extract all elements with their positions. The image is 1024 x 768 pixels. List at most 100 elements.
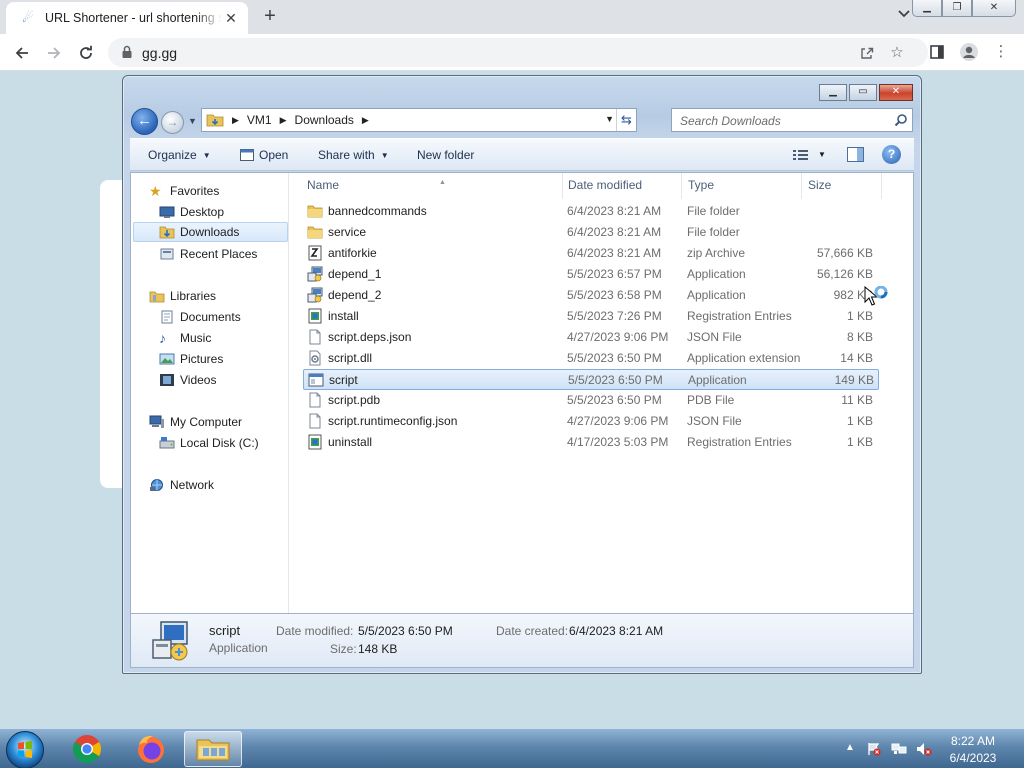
start-button[interactable] [6, 731, 44, 768]
share-icon[interactable] [858, 44, 876, 62]
file-size: 149 KB [834, 373, 874, 387]
preview-pane-icon[interactable] [847, 147, 864, 162]
breadcrumb-vm1[interactable]: VM1 [247, 113, 272, 127]
column-header-date-modified[interactable]: Date modified [562, 173, 682, 199]
file-row-script-runtimeconfig-json[interactable]: script.runtimeconfig.json 4/27/2023 9:06 … [303, 411, 879, 432]
vm-restore-button[interactable]: ❐ [942, 0, 972, 17]
recent-pages-dropdown-icon[interactable]: ▼ [188, 116, 197, 126]
nav-music[interactable]: ♪ Music [159, 328, 211, 348]
volume-muted-icon[interactable] [916, 742, 932, 756]
nav-music-label: Music [180, 331, 212, 345]
file-row-script-dll[interactable]: script.dll 5/5/2023 6:50 PM Application ex… [303, 348, 879, 369]
reload-icon [80, 45, 92, 59]
search-icon[interactable] [894, 113, 908, 127]
vm-minimize-button[interactable]: ▁ [912, 0, 942, 17]
details-date-modified-label: Date modified: [276, 624, 354, 638]
nav-desktop[interactable]: Desktop [159, 202, 224, 222]
nav-my-computer[interactable]: My Computer [149, 412, 242, 432]
file-name: script.dll [328, 351, 373, 365]
url-text: gg.gg [142, 45, 178, 61]
reload-button[interactable] [73, 40, 99, 66]
nav-recent-places[interactable]: Recent Places [159, 244, 257, 264]
clock-time[interactable]: 8:22 AM [944, 734, 1002, 748]
file-row-script-deps-json[interactable]: script.deps.json 4/27/2023 9:06 PM JSON Fi… [303, 327, 879, 348]
tab-close-icon[interactable]: ✕ [222, 9, 240, 27]
nav-local-disk[interactable]: Local Disk (C:) [159, 433, 259, 453]
chevron-down-icon: ▼ [202, 150, 211, 160]
column-header-type[interactable]: Type [682, 173, 802, 199]
column-header-name[interactable]: Name ▲ [301, 173, 563, 199]
help-icon[interactable]: ? [882, 145, 901, 164]
explorer-caption-buttons: ▁ ▭ ✕ [819, 84, 913, 101]
explorer-forward-icon[interactable]: → [161, 111, 184, 134]
explorer-maximize-button[interactable]: ▭ [849, 84, 877, 101]
new-folder-label: New folder [417, 148, 475, 162]
file-row-script-pdb[interactable]: script.pdb 5/5/2023 6:50 PM PDB File 11 KB [303, 390, 879, 411]
back-button[interactable] [9, 40, 35, 66]
nav-network[interactable]: Network [149, 475, 214, 495]
file-row-install[interactable]: install 5/5/2023 7:26 PM Registration Entr… [303, 306, 879, 327]
view-options-dropdown-icon[interactable]: ▼ [818, 150, 826, 159]
explorer-back-icon[interactable]: ← [131, 108, 158, 135]
file-name: script.pdb [328, 393, 381, 407]
nav-documents[interactable]: Documents [159, 307, 241, 327]
file-date-modified: 5/5/2023 7:26 PM [567, 309, 662, 323]
more-menu-icon[interactable]: ⋮ [990, 41, 1012, 63]
file-row-uninstall[interactable]: uninstall 4/17/2023 5:03 PM Registration E… [303, 432, 879, 453]
breadcrumb-separator-icon[interactable]: ▶ [362, 115, 369, 126]
file-row-bannedcommands[interactable]: bannedcommands 6/4/2023 8:21 AM File folde… [303, 201, 879, 222]
file-row-script[interactable]: script 5/5/2023 6:50 PM Application 149 KB [303, 369, 879, 390]
nav-downloads[interactable]: Downloads [133, 222, 288, 242]
explorer-nav-buttons: ← → ▼ [131, 106, 199, 136]
explorer-minimize-button[interactable]: ▁ [819, 84, 847, 101]
nav-libraries[interactable]: Libraries [149, 286, 216, 306]
organize-button[interactable]: Organize ▼ [148, 148, 211, 162]
file-row-antiforkie[interactable]: antiforkie 6/4/2023 8:21 AM zip Archive 57,… [303, 243, 879, 264]
profile-avatar-icon[interactable] [958, 41, 980, 63]
file-date-modified: 5/5/2023 6:50 PM [567, 351, 662, 365]
file-size: 11 KB [841, 393, 873, 407]
file-row-depend-1[interactable]: depend_1 5/5/2023 6:57 PM Application 56,12… [303, 264, 879, 285]
details-size-label: Size: [330, 642, 357, 656]
column-header-size[interactable]: Size [802, 173, 882, 199]
nav-pictures[interactable]: Pictures [159, 349, 223, 369]
column-size-label: Size [808, 178, 832, 192]
taskbar-chrome[interactable] [58, 731, 116, 767]
file-list-pane: Name ▲ Date modified Type Size bannedcom… [289, 173, 913, 613]
command-bar: Organize ▼ Open Share with ▼ New folder ▼ … [130, 138, 914, 171]
side-panel-icon[interactable] [926, 41, 948, 63]
network-status-icon[interactable] [891, 742, 907, 756]
vm-close-button[interactable]: ✕ [972, 0, 1016, 17]
document-icon [309, 392, 321, 408]
nav-favorites[interactable]: ★ Favorites [149, 181, 219, 201]
file-date-modified: 6/4/2023 8:21 AM [567, 246, 662, 260]
address-bar[interactable]: gg.gg ☆ [108, 38, 928, 67]
search-downloads-input[interactable]: Search Downloads [671, 108, 913, 132]
address-history-dropdown-icon[interactable]: ▼ [605, 114, 614, 124]
taskbar-windows-explorer[interactable] [184, 731, 242, 767]
refresh-icon[interactable]: ⇆ [616, 109, 636, 131]
application-icon [308, 373, 324, 387]
bookmark-star-icon[interactable]: ☆ [888, 44, 906, 62]
application-window-icon [240, 149, 254, 161]
new-folder-button[interactable]: New folder [417, 148, 474, 162]
new-tab-button[interactable]: + [258, 6, 282, 28]
share-with-button[interactable]: Share with ▼ [318, 148, 389, 162]
breadcrumb-downloads[interactable]: Downloads [295, 113, 354, 127]
file-type: Application [688, 373, 747, 387]
nav-videos[interactable]: Videos [159, 370, 216, 390]
clock-date[interactable]: 6/4/2023 [944, 751, 1002, 765]
forward-button[interactable] [41, 40, 67, 66]
explorer-address-bar[interactable]: ▶ VM1 ▶ Downloads ▶ ▼ ⇆ [201, 108, 637, 132]
change-view-icon[interactable] [792, 148, 810, 162]
explorer-close-button[interactable]: ✕ [879, 84, 913, 101]
file-row-service[interactable]: service 6/4/2023 8:21 AM File folder [303, 222, 879, 243]
open-button[interactable]: Open [240, 148, 288, 162]
file-size: 57,666 KB [816, 246, 873, 260]
show-hidden-icons-icon[interactable]: ▲ [845, 742, 855, 753]
action-center-flag-icon[interactable] [866, 742, 882, 756]
file-size: 1 KB [846, 435, 873, 449]
file-row-depend-2[interactable]: depend_2 5/5/2023 6:58 PM Application 982 K… [303, 285, 879, 306]
browser-tab[interactable]: ☄ URL Shortener - url shortening service… [6, 2, 248, 34]
taskbar-firefox[interactable] [122, 731, 180, 767]
